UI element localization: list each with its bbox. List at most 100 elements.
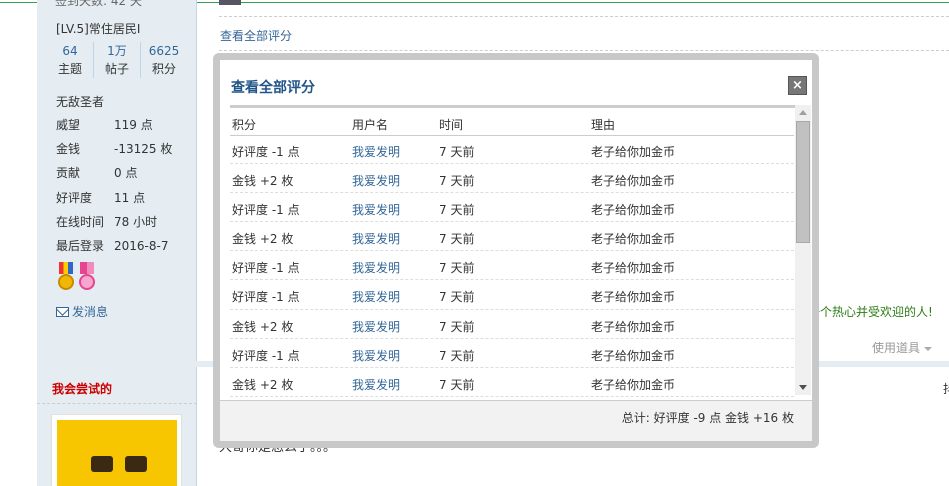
- table-row: 好评度 -1 点 我爱发明 7 天前 老子给你加金币: [230, 135, 794, 165]
- user-rank: 无敌圣者: [56, 95, 105, 109]
- table-row: 好评度 -1 点 我爱发明 7 天前 老子给你加金币: [230, 251, 794, 281]
- time-cell: 7 天前: [439, 203, 475, 218]
- reason-cell: 老子给你加金币: [591, 290, 676, 305]
- prop-row: 好评度 11 点: [56, 186, 172, 210]
- score-cell: 金钱 +2 枚: [232, 377, 294, 392]
- floor-link-fragment[interactable]: 抖: [943, 380, 949, 397]
- column-header-time: 时间: [439, 118, 464, 132]
- reason-cell: 老子给你加金币: [591, 145, 676, 159]
- medal-icon[interactable]: [77, 262, 97, 294]
- send-message-link[interactable]: 发消息: [56, 303, 108, 320]
- avatar[interactable]: [51, 414, 182, 486]
- username-link[interactable]: 我爱发明: [352, 376, 400, 393]
- medals: [56, 262, 97, 294]
- ratings-table: 好评度 -1 点我爱发明 7 天前 老子给你加金币 金钱 +2 枚我爱发明 7 天前老…: [230, 135, 794, 397]
- username-link[interactable]: 我爱发明: [352, 172, 400, 189]
- prop-row: 贡献 0 点: [56, 161, 172, 185]
- username-link[interactable]: 我爱发明: [352, 259, 400, 276]
- time-cell: 7 天前: [439, 232, 475, 247]
- table-row: 好评度 -1 点 我爱发明 7 天前 老子给你加金币: [230, 280, 794, 310]
- user-level[interactable]: [LV.5]常住居民I: [56, 20, 140, 37]
- stat-threads[interactable]: 64 主题: [47, 42, 93, 78]
- time-cell: 7 天前: [439, 377, 475, 392]
- score-cell: 金钱 +2 枚: [232, 319, 294, 334]
- divider: [219, 16, 949, 17]
- username-link[interactable]: 我爱发明: [352, 143, 400, 160]
- score-cell: 好评度 -1 点: [232, 145, 300, 159]
- avatar-image: [57, 420, 177, 486]
- stat-label: 帖子: [104, 62, 129, 76]
- table-row: 金钱 +2 枚 我爱发明 7 天前 老子给你加金币: [230, 222, 794, 252]
- post-avatar-fragment: [219, 0, 241, 5]
- reason-cell: 老子给你加金币: [591, 319, 676, 334]
- time-cell: 7 天前: [439, 348, 475, 363]
- time-cell: 7 天前: [439, 174, 475, 189]
- prop-value: 11 点: [114, 190, 146, 205]
- table-row: 金钱 +2 枚 我爱发明 7 天前 老子给你加金币: [230, 310, 794, 339]
- prop-key: 金钱: [56, 142, 81, 157]
- time-cell: 7 天前: [439, 290, 475, 305]
- title-rule: [230, 105, 800, 108]
- score-cell: 好评度 -1 点: [232, 261, 300, 276]
- reason-cell: 老子给你加金币: [591, 261, 676, 276]
- column-header-user: 用户名: [352, 118, 389, 132]
- prop-value: 78 小时: [114, 214, 158, 229]
- ratings-total: 总计: 好评度 -9 点 金钱 +16 枚: [621, 411, 794, 425]
- reason-cell: 老子给你加金币: [591, 174, 676, 189]
- time-cell: 7 天前: [439, 261, 475, 276]
- view-all-ratings-link[interactable]: 查看全部评分: [220, 27, 292, 44]
- prop-row: 威望 119 点: [56, 113, 172, 137]
- signature-text: 一个热心并受欢迎的人!: [808, 305, 933, 319]
- prop-row: 最后登录 2016-8-7: [56, 234, 172, 258]
- dialog-title: 查看全部评分: [231, 80, 315, 96]
- prop-value: -13125 枚: [114, 142, 173, 157]
- table-row: 好评度 -1 点 我爱发明 7 天前 老子给你加金币: [230, 193, 794, 223]
- send-message-label: 发消息: [72, 305, 109, 319]
- score-cell: 金钱 +2 枚: [232, 174, 294, 189]
- user-stats: 64 主题 1万 帖子 6625 积分: [47, 42, 187, 78]
- stat-credits[interactable]: 6625 积分: [140, 42, 187, 78]
- stat-label: 主题: [57, 62, 82, 76]
- table-row: 好评度 -1 点 我爱发明 7 天前 老子给你加金币: [230, 339, 794, 368]
- scrollbar-thumb[interactable]: [796, 121, 810, 243]
- next-post-author[interactable]: 我会尝试的: [52, 380, 112, 397]
- prop-value: 119 点: [114, 118, 153, 132]
- stat-number: 1万: [107, 44, 127, 58]
- arrow-down-icon[interactable]: [799, 385, 807, 390]
- prop-key: 贡献: [56, 166, 81, 181]
- table-row: 金钱 +2 枚 我爱发明 7 天前 老子给你加金币: [230, 164, 794, 194]
- chevron-down-icon: [924, 346, 933, 351]
- user-properties: 威望 119 点 金钱 -13125 枚 贡献 0 点 好评度 11 点 在线时间 78 …: [56, 113, 172, 258]
- divider: [37, 403, 197, 404]
- score-cell: 金钱 +2 枚: [232, 232, 294, 247]
- time-cell: 7 天前: [439, 145, 475, 159]
- vertical-scrollbar[interactable]: [795, 105, 811, 395]
- username-link[interactable]: 我爱发明: [352, 318, 400, 335]
- prop-key: 最后登录: [56, 238, 105, 253]
- prop-row: 金钱 -13125 枚: [56, 137, 172, 161]
- medal-icon[interactable]: [56, 262, 76, 294]
- score-cell: 好评度 -1 点: [232, 348, 300, 363]
- prop-key: 好评度: [56, 190, 93, 205]
- username-link[interactable]: 我爱发明: [352, 347, 400, 364]
- stat-label: 积分: [151, 62, 176, 76]
- reason-cell: 老子给你加金币: [591, 377, 676, 392]
- reason-cell: 老子给你加金币: [591, 203, 676, 218]
- stat-posts[interactable]: 1万 帖子: [93, 42, 140, 78]
- dialog-footer: 总计: 好评度 -9 点 金钱 +16 枚: [220, 400, 812, 441]
- username-link[interactable]: 我爱发明: [352, 201, 400, 218]
- table-row: 金钱 +2 枚 我爱发明 7 天前 老子给你加金币: [230, 368, 794, 397]
- prop-key: 威望: [56, 118, 81, 132]
- ratings-dialog: 查看全部评分 × 积分 用户名 时间 理由 好评度 -1 点我爱发明 7 天前 老子…: [213, 53, 819, 448]
- column-header-reason: 理由: [591, 118, 616, 132]
- close-icon[interactable]: ×: [788, 76, 807, 95]
- score-cell: 好评度 -1 点: [232, 290, 300, 305]
- prop-value: 2016-8-7: [114, 238, 169, 253]
- time-cell: 7 天前: [439, 319, 475, 334]
- username-link[interactable]: 我爱发明: [352, 230, 400, 247]
- prop-key: 在线时间: [56, 214, 105, 229]
- use-tools-menu[interactable]: 使用道具: [872, 339, 933, 356]
- sunglasses-icon: [91, 456, 147, 474]
- arrow-up-icon[interactable]: [799, 110, 807, 115]
- username-link[interactable]: 我爱发明: [352, 288, 400, 305]
